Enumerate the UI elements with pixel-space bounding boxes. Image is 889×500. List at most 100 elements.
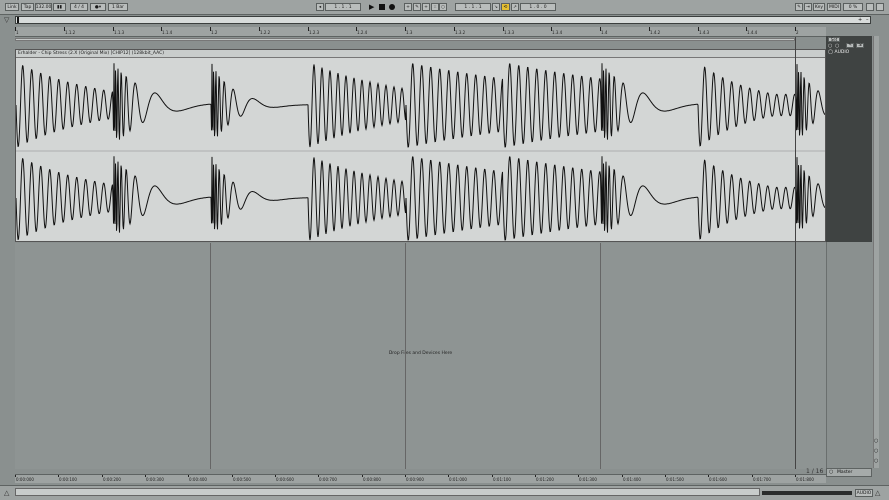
- arrow-left-icon: ◂: [318, 4, 322, 10]
- follow-arrow-button[interactable]: ◂: [316, 3, 324, 11]
- loop-toggle[interactable]: ⟲: [501, 3, 510, 11]
- key-map-button[interactable]: Key: [813, 3, 825, 11]
- ruler-label: 1.2: [211, 30, 218, 35]
- ruler-label: 1.1.4: [162, 30, 173, 35]
- circle-icon: ○: [441, 4, 445, 10]
- triangle-up-icon[interactable]: △: [4, 489, 9, 497]
- ruler-label: 1.4.4: [747, 30, 758, 35]
- stop-icon[interactable]: [379, 4, 385, 10]
- quantize-menu[interactable]: 1 Bar: [108, 3, 128, 11]
- midi-map-button[interactable]: MIDI: [827, 3, 841, 11]
- loop-icon: ⟲: [503, 4, 508, 10]
- time-label: 0:01:100: [493, 477, 511, 482]
- ruler-label: 2: [796, 30, 799, 35]
- loop-end-marker: [795, 37, 796, 469]
- time-ruler[interactable]: 0:00:000 0:00:100 0:00:200 0:00:300 0:00:400…: [15, 474, 826, 483]
- circle-icon[interactable]: ○: [874, 438, 878, 444]
- time-label: 0:00:300: [146, 477, 164, 482]
- record-dot-icon: ●▾: [94, 4, 102, 10]
- track-name[interactable]: ◯ AUDIO: [828, 50, 849, 55]
- time-label: 0:01:000: [449, 477, 467, 482]
- circle-icon[interactable]: ○: [874, 448, 878, 454]
- tap-tempo-button[interactable]: Tap: [21, 3, 34, 11]
- beat-time-ruler[interactable]: 1 1.1.2 1.1.3 1.1.4 1.2 1.2.2 1.2.3 1.2.4 1.3 1.3…: [15, 27, 826, 37]
- plus-icon: +: [406, 4, 410, 10]
- loop-length-field[interactable]: 1 . 0 . 0: [520, 3, 556, 11]
- arrow-icon: ⇥: [806, 4, 810, 10]
- grid-line: [405, 243, 406, 469]
- track-header-panel: Set ○ ○ ✎ ⇲ ◯ AUDIO: [826, 36, 872, 242]
- zoom-in-icon[interactable]: +: [858, 17, 864, 23]
- ruler-label: 1.4.3: [699, 30, 710, 35]
- automation-arm-button[interactable]: ✎: [413, 3, 421, 11]
- time-label: 0:00:200: [103, 477, 121, 482]
- re-enable-button[interactable]: +: [422, 3, 430, 11]
- circle-icon[interactable]: ○: [829, 469, 833, 475]
- ruler-label: 1.1.2: [65, 30, 76, 35]
- ruler-label: 1.2.3: [309, 30, 320, 35]
- follow-toggle[interactable]: ●▾: [90, 3, 106, 11]
- waveform-channel-1: [16, 63, 825, 148]
- capture-button[interactable]: ⁙: [431, 3, 439, 11]
- zoom-out-icon[interactable]: –: [866, 17, 872, 23]
- time-label: 0:01:800: [796, 477, 814, 482]
- time-label: 0:01:700: [753, 477, 771, 482]
- key-map-indicator[interactable]: ⇥: [804, 3, 812, 11]
- ruler-label: 1.2.4: [357, 30, 368, 35]
- fold-button[interactable]: ⇲: [856, 43, 864, 48]
- triangle-up-icon[interactable]: △: [875, 489, 880, 497]
- play-icon[interactable]: ▶: [369, 3, 376, 11]
- time-label: 0:01:500: [666, 477, 684, 482]
- ruler-label: 1.3.3: [504, 30, 515, 35]
- overdub-button[interactable]: +: [404, 3, 412, 11]
- punch-out-button[interactable]: ↗: [511, 3, 519, 11]
- triangle-down-icon[interactable]: ▽: [4, 16, 9, 24]
- punch-in-icon: ↘: [494, 4, 498, 10]
- metronome-toggle[interactable]: ▮▮: [53, 3, 66, 11]
- link-button[interactable]: Link: [5, 3, 19, 11]
- set-button[interactable]: Set: [828, 37, 840, 42]
- draw-mode-button[interactable]: ✎: [795, 3, 803, 11]
- punch-in-button[interactable]: ↘: [492, 3, 500, 11]
- ruler-label: 1.4: [601, 30, 608, 35]
- drop-area[interactable]: Drop Files and Devices Here: [15, 243, 826, 469]
- time-label: 0:00:500: [233, 477, 251, 482]
- master-label: Master: [837, 470, 853, 475]
- vertical-scrollbar[interactable]: ○ ○ ○: [873, 36, 879, 468]
- circle-icon[interactable]: ○: [835, 43, 841, 49]
- overview-playhead: [17, 17, 19, 23]
- meter-field[interactable]: 4 / 4: [70, 3, 88, 11]
- time-label: 0:00:400: [189, 477, 207, 482]
- waveform-channel-2: [16, 156, 825, 241]
- audio-clip[interactable]: Erhalder - Chip Stress (2.X (Original Mi…: [15, 49, 826, 242]
- transport-bar: Link Tap 132.00 ▮▮ 4 / 4 ●▾ 1 Bar ◂ 1 . …: [0, 0, 889, 15]
- session-record-button[interactable]: ○: [439, 3, 447, 11]
- track-type-indicator[interactable]: AUDIO: [855, 489, 873, 497]
- record-icon[interactable]: [389, 4, 395, 10]
- ruler-label: 1.3.2: [455, 30, 466, 35]
- ruler-label: 1.2.2: [260, 30, 271, 35]
- ruler-label: 1.3.4: [552, 30, 563, 35]
- ruler-label: 1.4.2: [650, 30, 661, 35]
- circle-icon[interactable]: ○: [828, 43, 834, 49]
- song-position-field[interactable]: 1 . 1 . 1: [325, 3, 361, 11]
- time-label: 0:00:800: [363, 477, 381, 482]
- time-label: 0:01:600: [709, 477, 727, 482]
- waveform: [16, 63, 825, 241]
- grid-line: [600, 243, 601, 469]
- time-label: 0:00:100: [59, 477, 77, 482]
- time-label: 0:00:600: [276, 477, 294, 482]
- circle-icon[interactable]: ○: [874, 458, 878, 464]
- pencil-icon: ✎: [797, 4, 801, 10]
- loop-start-field[interactable]: 1 . 1 . 1: [455, 3, 491, 11]
- loop-brace[interactable]: [15, 38, 795, 41]
- ruler-label: 1.3: [406, 30, 413, 35]
- arrangement-overview[interactable]: [15, 16, 871, 24]
- grid-line: [210, 243, 211, 469]
- time-label: 0:00:700: [319, 477, 337, 482]
- ruler-label: 1.1.3: [114, 30, 125, 35]
- tempo-field[interactable]: 132.00: [35, 3, 52, 11]
- pencil-button[interactable]: ✎: [846, 43, 854, 48]
- ruler-label: 1: [16, 30, 19, 35]
- plus-icon: +: [424, 4, 428, 10]
